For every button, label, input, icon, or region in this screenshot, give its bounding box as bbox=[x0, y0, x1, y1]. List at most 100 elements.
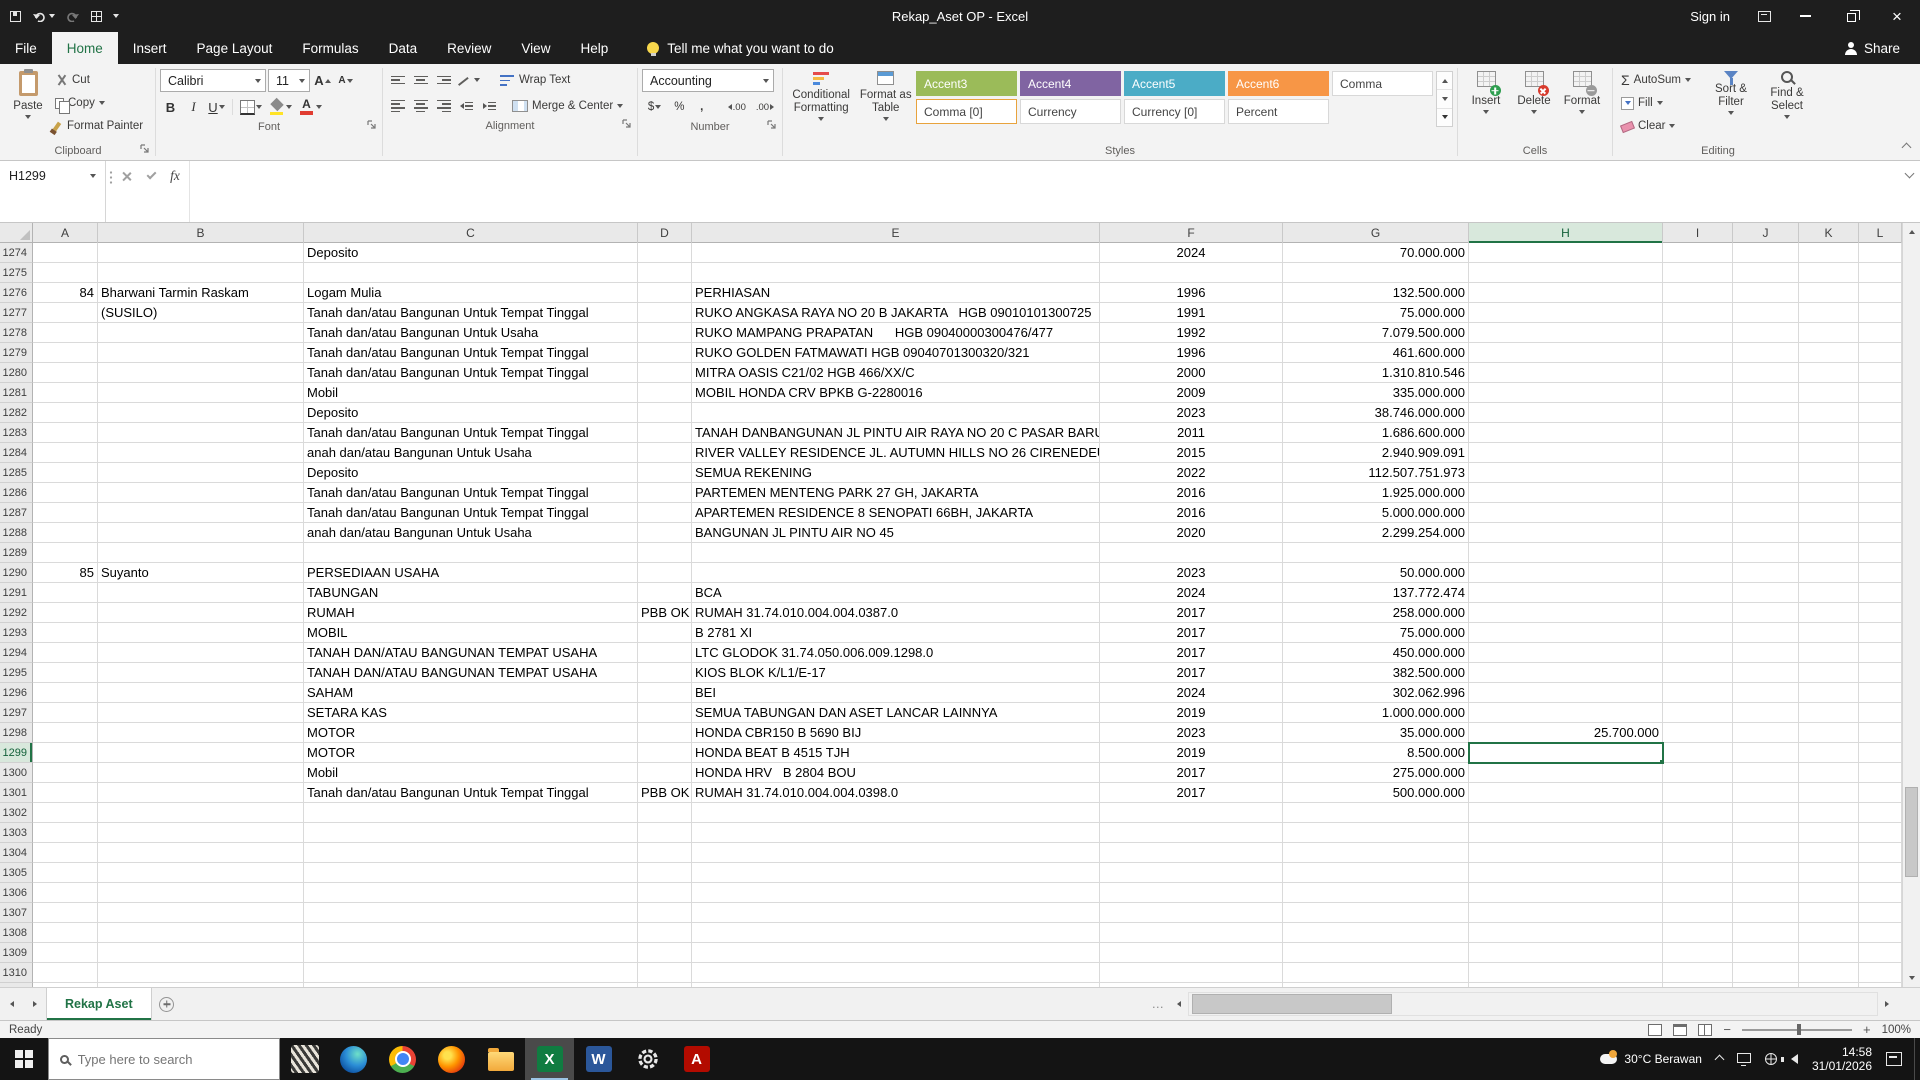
cell-C1277[interactable]: Tanah dan/atau Bangunan Untuk Tempat Tin… bbox=[304, 303, 638, 323]
cell-B1288[interactable] bbox=[98, 523, 304, 543]
cell-J1280[interactable] bbox=[1733, 363, 1799, 383]
cell-E1302[interactable] bbox=[692, 803, 1100, 823]
cell-L1294[interactable] bbox=[1859, 643, 1902, 663]
cell-K1298[interactable] bbox=[1799, 723, 1859, 743]
cell-D1285[interactable] bbox=[638, 463, 692, 483]
cell-G1297[interactable]: 1.000.000.000 bbox=[1283, 703, 1469, 723]
cell-F1288[interactable]: 2020 bbox=[1100, 523, 1283, 543]
row-header-1301[interactable]: 1301 bbox=[0, 783, 33, 803]
zoom-slider-thumb[interactable] bbox=[1797, 1024, 1801, 1035]
row-header-1274[interactable]: 1274 bbox=[0, 243, 33, 263]
cell-C1306[interactable] bbox=[304, 883, 638, 903]
cell-D1311[interactable] bbox=[638, 983, 692, 987]
cell-G1311[interactable] bbox=[1283, 983, 1469, 987]
cell-B1300[interactable] bbox=[98, 763, 304, 783]
cell-K1300[interactable] bbox=[1799, 763, 1859, 783]
cell-H1293[interactable] bbox=[1469, 623, 1663, 643]
cell-B1308[interactable] bbox=[98, 923, 304, 943]
cell-I1300[interactable] bbox=[1663, 763, 1733, 783]
ribbon-tab-insert[interactable]: Insert bbox=[118, 32, 182, 64]
cell-E1276[interactable]: PERHIASAN bbox=[692, 283, 1100, 303]
cell-I1293[interactable] bbox=[1663, 623, 1733, 643]
cell-D1277[interactable] bbox=[638, 303, 692, 323]
cell-K1306[interactable] bbox=[1799, 883, 1859, 903]
cell-E1298[interactable]: HONDA CBR150 B 5690 BIJ bbox=[692, 723, 1100, 743]
row-header-1285[interactable]: 1285 bbox=[0, 463, 33, 483]
cell-C1308[interactable] bbox=[304, 923, 638, 943]
cell-G1302[interactable] bbox=[1283, 803, 1469, 823]
cell-A1284[interactable] bbox=[33, 443, 98, 463]
cell-K1289[interactable] bbox=[1799, 543, 1859, 563]
cell-I1302[interactable] bbox=[1663, 803, 1733, 823]
cell-J1286[interactable] bbox=[1733, 483, 1799, 503]
cell-F1294[interactable]: 2017 bbox=[1100, 643, 1283, 663]
cell-A1288[interactable] bbox=[33, 523, 98, 543]
cell-I1306[interactable] bbox=[1663, 883, 1733, 903]
tab-scroll-splitter[interactable]: … bbox=[1146, 988, 1171, 1020]
cell-style-accent3[interactable]: Accent3 bbox=[916, 71, 1017, 96]
cell-C1278[interactable]: Tanah dan/atau Bangunan Untuk Usaha bbox=[304, 323, 638, 343]
cell-H1285[interactable] bbox=[1469, 463, 1663, 483]
cell-C1276[interactable]: Logam Mulia bbox=[304, 283, 638, 303]
maximize-button[interactable] bbox=[1828, 0, 1874, 32]
cell-D1307[interactable] bbox=[638, 903, 692, 923]
taskbar-clock[interactable]: 14:58 31/01/2026 bbox=[1812, 1045, 1872, 1073]
cell-H1309[interactable] bbox=[1469, 943, 1663, 963]
cell-K1307[interactable] bbox=[1799, 903, 1859, 923]
cell-C1281[interactable]: Mobil bbox=[304, 383, 638, 403]
cell-J1311[interactable] bbox=[1733, 983, 1799, 987]
cell-J1294[interactable] bbox=[1733, 643, 1799, 663]
cell-K1275[interactable] bbox=[1799, 263, 1859, 283]
page-layout-view-button[interactable] bbox=[1673, 1024, 1687, 1036]
cell-B1279[interactable] bbox=[98, 343, 304, 363]
cell-F1299[interactable]: 2019 bbox=[1100, 743, 1283, 763]
ribbon-tab-formulas[interactable]: Formulas bbox=[287, 32, 373, 64]
cell-B1310[interactable] bbox=[98, 963, 304, 983]
cell-H1306[interactable] bbox=[1469, 883, 1663, 903]
cell-L1289[interactable] bbox=[1859, 543, 1902, 563]
cell-B1278[interactable] bbox=[98, 323, 304, 343]
bottom-align-button[interactable] bbox=[433, 69, 454, 91]
cell-C1310[interactable] bbox=[304, 963, 638, 983]
decrease-decimal-button[interactable]: .00 bbox=[752, 96, 778, 118]
cell-L1274[interactable] bbox=[1859, 243, 1902, 263]
bold-button[interactable]: B bbox=[160, 96, 181, 118]
row-header-1281[interactable]: 1281 bbox=[0, 383, 33, 403]
cell-D1290[interactable] bbox=[638, 563, 692, 583]
row-header-1303[interactable]: 1303 bbox=[0, 823, 33, 843]
cell-K1295[interactable] bbox=[1799, 663, 1859, 683]
cell-D1294[interactable] bbox=[638, 643, 692, 663]
display-tray-icon[interactable] bbox=[1737, 1053, 1751, 1063]
cell-L1297[interactable] bbox=[1859, 703, 1902, 723]
cell-B1303[interactable] bbox=[98, 823, 304, 843]
cell-J1293[interactable] bbox=[1733, 623, 1799, 643]
font-size-select[interactable]: 11 bbox=[268, 69, 310, 92]
column-header-i[interactable]: I bbox=[1663, 223, 1733, 243]
cell-D1298[interactable] bbox=[638, 723, 692, 743]
cell-C1289[interactable] bbox=[304, 543, 638, 563]
cell-G1310[interactable] bbox=[1283, 963, 1469, 983]
cell-C1305[interactable] bbox=[304, 863, 638, 883]
cell-J1282[interactable] bbox=[1733, 403, 1799, 423]
cell-D1280[interactable] bbox=[638, 363, 692, 383]
cell-I1275[interactable] bbox=[1663, 263, 1733, 283]
cell-style-accent6[interactable]: Accent6 bbox=[1228, 71, 1329, 96]
column-header-a[interactable]: A bbox=[33, 223, 98, 243]
cell-E1307[interactable] bbox=[692, 903, 1100, 923]
row-header-1275[interactable]: 1275 bbox=[0, 263, 33, 283]
scroll-up-button[interactable] bbox=[1903, 223, 1920, 241]
font-color-button[interactable]: A bbox=[296, 96, 324, 118]
cell-D1306[interactable] bbox=[638, 883, 692, 903]
cell-J1288[interactable] bbox=[1733, 523, 1799, 543]
column-header-c[interactable]: C bbox=[304, 223, 638, 243]
cell-B1284[interactable] bbox=[98, 443, 304, 463]
cell-A1286[interactable] bbox=[33, 483, 98, 503]
cell-L1305[interactable] bbox=[1859, 863, 1902, 883]
cell-D1286[interactable] bbox=[638, 483, 692, 503]
undo-button[interactable] bbox=[32, 10, 55, 22]
cell-F1292[interactable]: 2017 bbox=[1100, 603, 1283, 623]
taskbar-app-acrobat[interactable]: A bbox=[672, 1038, 721, 1080]
redo-button[interactable] bbox=[66, 10, 80, 22]
cell-I1311[interactable] bbox=[1663, 983, 1733, 987]
ribbon-tab-help[interactable]: Help bbox=[565, 32, 623, 64]
